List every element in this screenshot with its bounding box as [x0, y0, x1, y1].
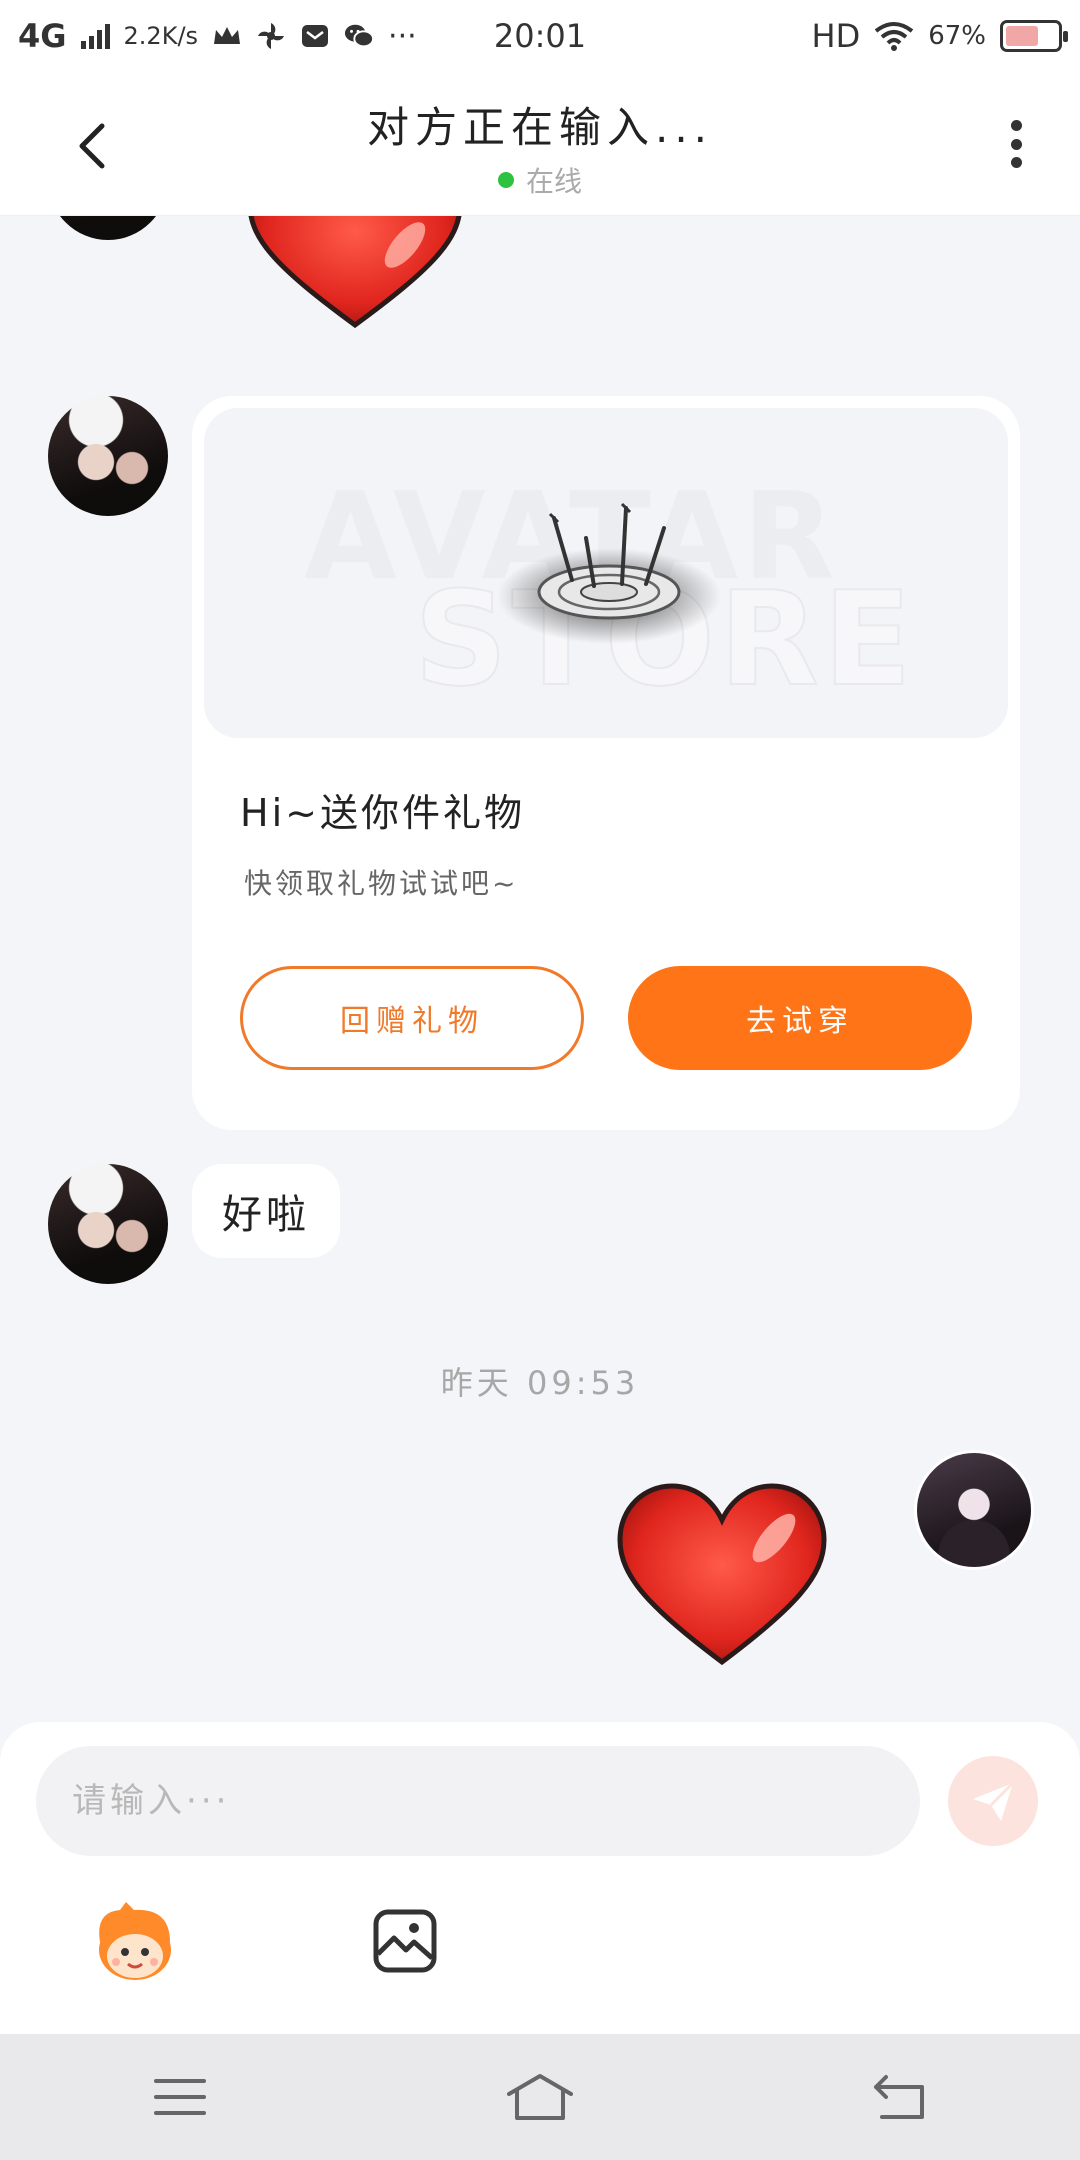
hd-label: HD: [811, 17, 861, 55]
nav-menu-button[interactable]: [145, 2067, 215, 2127]
message-bubble[interactable]: 好啦: [192, 1164, 340, 1258]
battery-icon: [1000, 20, 1068, 52]
wifi-icon: [874, 22, 914, 51]
status-bar: 4G 2.2K/s ··· 20:01 HD 67%: [0, 0, 1080, 72]
fan-icon: [256, 22, 286, 50]
system-nav-bar: [0, 2034, 1080, 2160]
nav-back-button[interactable]: [865, 2067, 935, 2127]
input-area: [0, 1722, 1080, 2034]
network-speed: 2.2K/s: [123, 22, 199, 50]
home-icon: [507, 2074, 573, 2120]
return-gift-button[interactable]: 回赠礼物: [240, 966, 584, 1070]
status-right: HD 67%: [811, 17, 1068, 55]
online-label: 在线: [525, 165, 582, 198]
online-dot-icon: [497, 172, 514, 188]
crown-icon: [212, 22, 242, 50]
image-icon: [373, 1909, 437, 1973]
online-status: 在线: [0, 160, 1080, 200]
wechat-icon: [344, 22, 375, 50]
send-button[interactable]: [948, 1756, 1038, 1846]
emoji-mascot-icon: [99, 1902, 171, 1980]
gift-subtitle: 快领取礼物试试吧~: [244, 867, 519, 900]
send-icon: [973, 1781, 1015, 1821]
message-icon: [300, 22, 330, 50]
menu-icon: [154, 2079, 206, 2115]
more-button[interactable]: [996, 114, 1036, 174]
image-button[interactable]: [372, 1908, 438, 1974]
chat-header: 对方正在输入... 在线: [0, 72, 1080, 216]
page-title: 对方正在输入...: [366, 103, 714, 152]
signal-icon: [80, 23, 110, 49]
network-type: 4G: [18, 17, 67, 55]
battery-percent: 67%: [928, 21, 986, 51]
try-on-button[interactable]: 去试穿: [628, 966, 972, 1070]
battery-fill: [1006, 26, 1038, 46]
emoji-button[interactable]: [90, 1902, 180, 1982]
my-avatar[interactable]: [914, 1450, 1034, 1570]
gift-item-icon: [497, 502, 721, 644]
gift-image[interactable]: AVATAR STORE: [204, 408, 1008, 738]
contact-avatar[interactable]: [48, 1164, 168, 1284]
contact-avatar[interactable]: [48, 396, 168, 516]
gift-title: Hi~送你件礼物: [240, 791, 525, 835]
status-more: ···: [388, 18, 417, 54]
more-vertical-icon: [1010, 120, 1022, 131]
status-left: 4G 2.2K/s ···: [18, 17, 812, 55]
nav-home-button[interactable]: [505, 2067, 575, 2127]
gift-card[interactable]: AVATAR STORE Hi~送你件礼物 快领取礼物试试吧~ 回赠礼物 去试穿: [192, 396, 1020, 1130]
message-timestamp: 昨天 09:53: [440, 1364, 640, 1402]
chat-screen: 4G 2.2K/s ··· 20:01 HD 67% 对方正在输入... 在线 …: [0, 0, 1080, 2160]
message-input[interactable]: [36, 1746, 920, 1856]
nav-back-icon: [874, 2075, 924, 2119]
heart-sticker[interactable]: [612, 1480, 832, 1670]
